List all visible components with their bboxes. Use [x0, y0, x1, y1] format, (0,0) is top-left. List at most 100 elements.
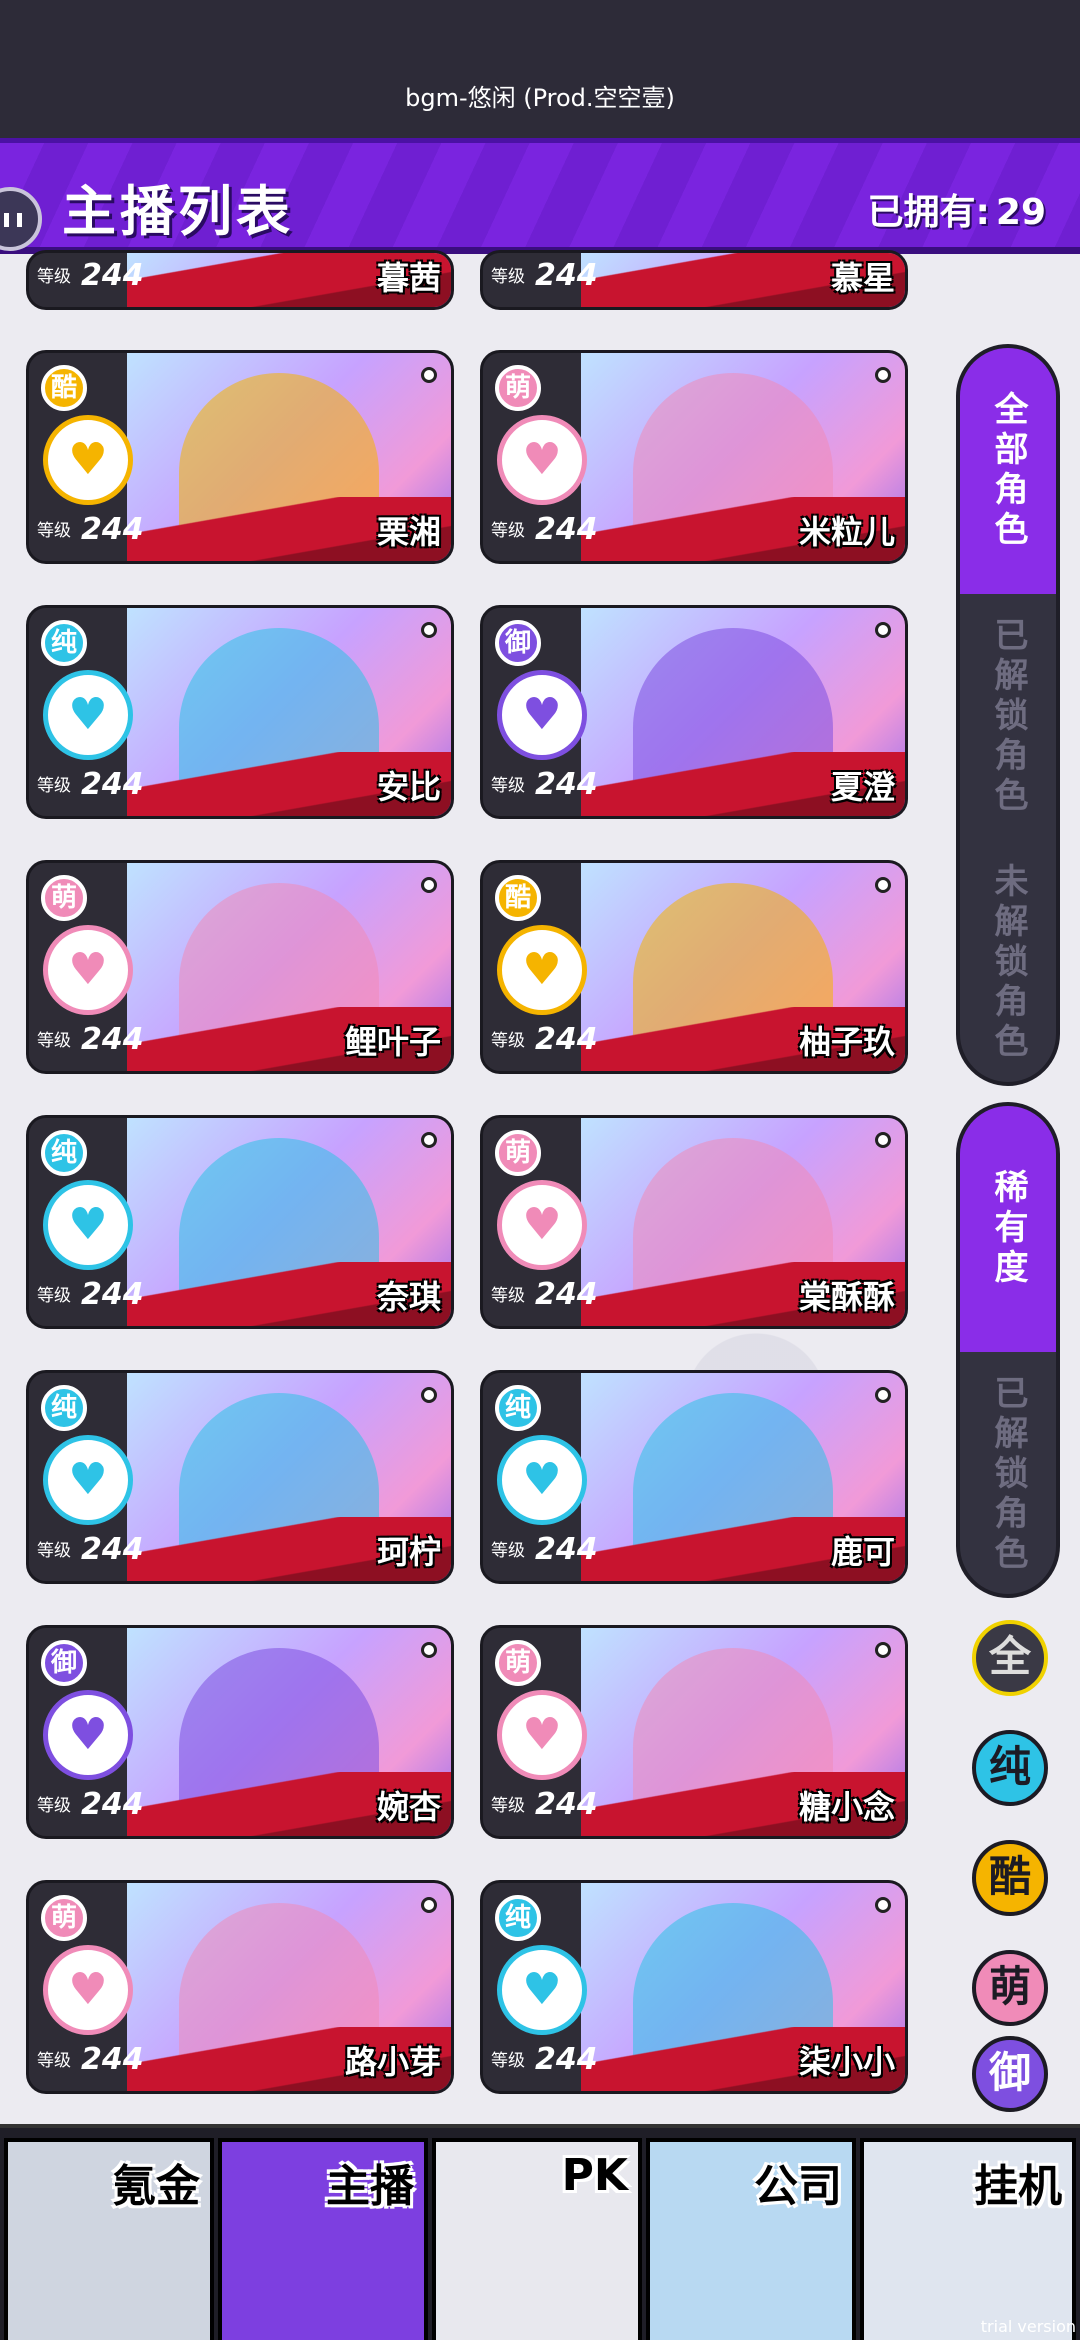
rarity-cute-button[interactable]: 萌: [972, 1950, 1048, 2026]
level-value: 244: [81, 1277, 144, 1312]
emblem-icon: ♥: [497, 415, 587, 505]
level-label: 等级: [37, 1541, 71, 1561]
streamer-card[interactable]: 萌 ♥ 等级 244 路小芽: [26, 1880, 454, 2094]
level-value: 244: [535, 767, 598, 802]
type-badge: 纯: [41, 620, 87, 666]
type-badge: 纯: [495, 1895, 541, 1941]
streamer-card[interactable]: 酷 ♥ 等级 244 栗湘: [26, 350, 454, 564]
level-label: 等级: [491, 267, 525, 287]
emblem-icon: ♥: [497, 1180, 587, 1270]
level-value: 244: [81, 1787, 144, 1822]
level-label: 等级: [491, 1031, 525, 1051]
filter-rarity[interactable]: 稀有度: [960, 1106, 1056, 1352]
filter-unlocked-2-label: 已解锁角色: [988, 1375, 1028, 1575]
type-badge: 萌: [41, 1895, 87, 1941]
level-label: 等级: [37, 2051, 71, 2071]
level-value: 244: [81, 1022, 144, 1057]
nav-kejin[interactable]: 氪金: [4, 2138, 214, 2340]
nav-pk[interactable]: PK: [432, 2138, 642, 2340]
streamer-card[interactable]: 萌 ♥ 等级 244 棠酥酥: [480, 1115, 908, 1329]
filter-locked-label: 未解锁角色: [988, 863, 1028, 1063]
rarity-all-button[interactable]: 全: [972, 1620, 1048, 1696]
level-label: 等级: [37, 1796, 71, 1816]
streamer-card[interactable]: 纯 ♥ 等级 244 安比: [26, 605, 454, 819]
streamer-card[interactable]: 等级 244 慕星: [480, 250, 908, 310]
type-badge: 酷: [495, 875, 541, 921]
streamer-name: 鲤叶子: [344, 1023, 441, 1061]
streamer-name: 栗湘: [376, 513, 441, 551]
level-label: 等级: [491, 521, 525, 541]
emblem-icon: ♥: [43, 1435, 133, 1525]
status-dot: [421, 1387, 437, 1403]
filter-unlocked-2[interactable]: 已解锁角色: [960, 1352, 1056, 1594]
emblem-icon: ♥: [497, 1690, 587, 1780]
streamer-name: 暮茜: [376, 259, 441, 297]
level-label: 等级: [37, 521, 71, 541]
streamer-card[interactable]: 纯 ♥ 等级 244 鹿可: [480, 1370, 908, 1584]
streamer-name: 珂柠: [376, 1533, 441, 1571]
nav-pk-label: PK: [561, 2150, 628, 2201]
streamer-card[interactable]: 等级 244 暮茜: [26, 250, 454, 310]
level-value: 244: [535, 512, 598, 547]
nav-company-label: 公司: [754, 2161, 842, 2212]
type-badge: 酷: [41, 365, 87, 411]
status-dot: [421, 1642, 437, 1658]
emblem-icon: ♥: [497, 925, 587, 1015]
level-label: 等级: [37, 776, 71, 796]
emblem-icon: ♥: [43, 1945, 133, 2035]
level-value: 244: [81, 2042, 144, 2077]
rarity-pure-button[interactable]: 纯: [972, 1730, 1048, 1806]
level-label: 等级: [491, 2051, 525, 2071]
bottom-nav: 氪金 主播 PK 公司 挂机 trial version: [0, 2124, 1080, 2340]
emblem-icon: ♥: [43, 670, 133, 760]
streamer-card[interactable]: 纯 ♥ 等级 244 柒小小: [480, 1880, 908, 2094]
streamer-card[interactable]: 萌 ♥ 等级 244 鲤叶子: [26, 860, 454, 1074]
back-button[interactable]: [0, 187, 42, 251]
watermark: trial version: [980, 2317, 1076, 2336]
owned-number: 29: [995, 192, 1046, 233]
streamer-card[interactable]: 御 ♥ 等级 244 婉杏: [26, 1625, 454, 1839]
streamer-name: 婉杏: [376, 1788, 441, 1826]
rarity-cool-button[interactable]: 酷: [972, 1840, 1048, 1916]
status-dot: [875, 877, 891, 893]
nav-company[interactable]: 公司: [646, 2138, 856, 2340]
rarity-elegant-button[interactable]: 御: [972, 2036, 1048, 2112]
nav-idle[interactable]: 挂机: [860, 2138, 1076, 2340]
streamer-card[interactable]: 萌 ♥ 等级 244 糖小念: [480, 1625, 908, 1839]
level-value: 244: [535, 1532, 598, 1567]
streamer-name: 夏澄: [830, 768, 895, 806]
nav-streamer-label: 主播: [326, 2161, 414, 2212]
nav-streamer[interactable]: 主播: [218, 2138, 428, 2340]
type-badge: 萌: [495, 1130, 541, 1176]
filter-all-label: 全部角色: [988, 391, 1028, 551]
status-dot: [421, 622, 437, 638]
streamer-card[interactable]: 酷 ♥ 等级 244 柚子玖: [480, 860, 908, 1074]
level-value: 244: [535, 1022, 598, 1057]
emblem-icon: ♥: [497, 670, 587, 760]
level-label: 等级: [491, 1796, 525, 1816]
level-value: 244: [535, 1787, 598, 1822]
filter-locked[interactable]: 未解锁角色: [960, 840, 1056, 1082]
level-label: 等级: [37, 1031, 71, 1051]
streamer-card[interactable]: 御 ♥ 等级 244 夏澄: [480, 605, 908, 819]
status-dot: [421, 1897, 437, 1913]
streamer-card[interactable]: 纯 ♥ 等级 244 奈琪: [26, 1115, 454, 1329]
top-bar: bgm-悠闲 (Prod.空空壹): [0, 0, 1080, 138]
streamer-card[interactable]: 纯 ♥ 等级 244 珂柠: [26, 1370, 454, 1584]
status-dot: [421, 367, 437, 383]
filter-rarity-label: 稀有度: [988, 1169, 1028, 1289]
status-dot: [421, 1132, 437, 1148]
streamer-name: 糖小念: [798, 1788, 895, 1826]
streamer-name: 路小芽: [344, 2043, 441, 2081]
level-label: 等级: [491, 1286, 525, 1306]
filter-unlocked[interactable]: 已解锁角色: [960, 594, 1056, 840]
app-screen: bgm-悠闲 (Prod.空空壹) 主播列表 已拥有: 29 等级 244 暮茜 等级 2…: [0, 0, 1080, 2340]
status-dot: [421, 877, 437, 893]
filter-unlocked-label: 已解锁角色: [988, 617, 1028, 817]
level-label: 等级: [37, 267, 71, 287]
streamer-card[interactable]: 萌 ♥ 等级 244 米粒儿: [480, 350, 908, 564]
streamer-name: 奈琪: [376, 1278, 441, 1316]
streamer-name: 慕星: [830, 259, 895, 297]
filter-all[interactable]: 全部角色: [960, 348, 1056, 594]
owned-label: 已拥有:: [867, 192, 990, 233]
